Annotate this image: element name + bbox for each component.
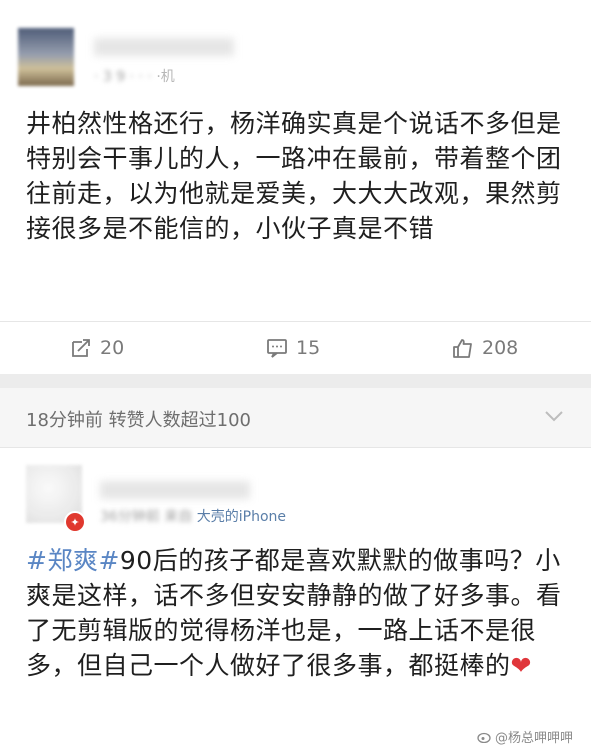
- chevron-down-icon[interactable]: [543, 404, 565, 426]
- action-bar: 20 15 208: [0, 322, 591, 374]
- divider: [0, 447, 591, 448]
- weibo-post-1: · 3 9 · · · ·机 井柏然性格还行，杨洋确实真是个说话不多但是特别会干…: [0, 0, 591, 447]
- username-blurred[interactable]: [94, 38, 234, 56]
- weibo-logo-icon: [477, 732, 491, 743]
- weibo-post-2: ✦ 36分钟前 来自 大壳的iPhone #郑爽#90后的孩子都是喜欢默默的做事…: [0, 447, 591, 750]
- hot-info-row[interactable]: 18分钟前 转赞人数超过100: [0, 388, 591, 447]
- post-text: 井柏然性格还行，杨洋确实真是个说话不多但是特别会干事儿的人，一路冲在最前，带着整…: [26, 109, 562, 243]
- post-text: #郑爽#90后的孩子都是喜欢默默的做事吗？小爽是这样，话不多但安安静静的做了好多…: [26, 543, 573, 683]
- heart-emoji-icon: ❤: [510, 651, 532, 680]
- avatar[interactable]: [18, 28, 74, 86]
- thumbs-up-icon: [453, 339, 472, 358]
- post-meta: · 3 9 · · · ·机: [94, 69, 175, 85]
- hashtag-link[interactable]: #郑爽#: [26, 546, 120, 575]
- watermark-text: @杨总呷呷呷: [494, 731, 573, 746]
- comment-button[interactable]: 15: [266, 322, 320, 374]
- watermark: @杨总呷呷呷: [477, 727, 573, 746]
- post-meta: 36分钟前 来自 大壳的iPhone: [100, 506, 286, 526]
- source-prefix: 来自: [164, 509, 193, 525]
- repost-count: 20: [100, 337, 125, 359]
- comment-icon: [267, 339, 287, 358]
- post-time: 36分钟前: [100, 509, 160, 525]
- comment-count: 15: [296, 337, 321, 359]
- like-button[interactable]: 208: [452, 322, 518, 374]
- repost-icon: [72, 339, 90, 357]
- username-blurred[interactable]: [100, 481, 250, 499]
- repost-button[interactable]: 20: [70, 322, 124, 374]
- separator: [0, 374, 591, 388]
- source-text[interactable]: 大壳的iPhone: [197, 509, 286, 525]
- like-count: 208: [482, 337, 519, 359]
- hot-info-text: 18分钟前 转赞人数超过100: [26, 410, 251, 431]
- verified-badge-icon: ✦: [64, 511, 86, 533]
- source-text: ·机: [156, 69, 175, 85]
